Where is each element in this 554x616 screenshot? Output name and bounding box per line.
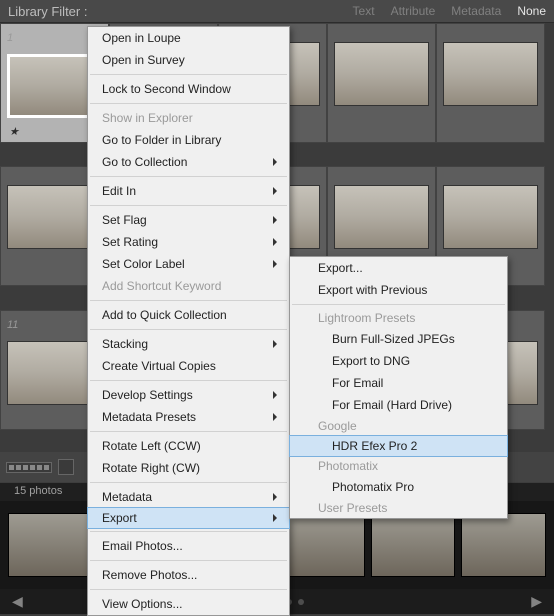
next-module-icon[interactable]: ▶ <box>531 593 542 610</box>
submenu-header: Lightroom Presets <box>290 308 507 328</box>
menu-metadata[interactable]: Metadata <box>88 486 289 508</box>
menu-virtual-copies[interactable]: Create Virtual Copies <box>88 355 289 377</box>
filmstrip-thumb[interactable] <box>280 513 365 577</box>
compare-view-icon[interactable] <box>58 459 74 475</box>
thumbnail-image <box>443 42 538 106</box>
thumbnail-image <box>443 185 538 249</box>
filmstrip-thumb[interactable] <box>461 513 546 577</box>
submenu-burn-jpg[interactable]: Burn Full-Sized JPEGs <box>290 328 507 350</box>
submenu-hdr-efex[interactable]: HDR Efex Pro 2 <box>289 435 508 457</box>
menu-open-survey[interactable]: Open in Survey <box>88 49 289 71</box>
menu-set-color[interactable]: Set Color Label <box>88 253 289 275</box>
export-submenu[interactable]: Export...Export with Previous Lightroom P… <box>289 256 508 519</box>
menu-add-shortcut: Add Shortcut Keyword <box>88 275 289 297</box>
grid-cell[interactable] <box>327 23 436 143</box>
menu-remove-photos[interactable]: Remove Photos... <box>88 564 289 586</box>
library-filter-label: Library Filter : <box>8 4 87 19</box>
menu-meta-presets[interactable]: Metadata Presets <box>88 406 289 428</box>
filmstrip-thumb[interactable] <box>371 513 456 577</box>
thumbnail-image <box>334 185 429 249</box>
submenu-export-dlg[interactable]: Export... <box>290 257 507 279</box>
submenu-photomatix[interactable]: Photomatix Pro <box>290 476 507 498</box>
grid-view-icon[interactable] <box>6 462 52 473</box>
menu-go-folder[interactable]: Go to Folder in Library <box>88 129 289 151</box>
menu-export[interactable]: Export <box>87 507 290 529</box>
menu-email-photos[interactable]: Email Photos... <box>88 535 289 557</box>
filter-none[interactable]: None <box>517 4 546 18</box>
thumbnail-image <box>334 42 429 106</box>
menu-lock-second[interactable]: Lock to Second Window <box>88 78 289 100</box>
submenu-header: Photomatix <box>290 456 507 476</box>
submenu-for-email-hd[interactable]: For Email (Hard Drive) <box>290 394 507 416</box>
menu-show-explorer: Show in Explorer <box>88 107 289 129</box>
menu-edit-in[interactable]: Edit In <box>88 180 289 202</box>
grid-cell[interactable] <box>436 23 545 143</box>
submenu-export-dng[interactable]: Export to DNG <box>290 350 507 372</box>
filter-metadata[interactable]: Metadata <box>451 4 501 18</box>
photo-count-label: 15 photos <box>14 485 62 497</box>
filter-text[interactable]: Text <box>353 4 375 18</box>
menu-set-flag[interactable]: Set Flag <box>88 209 289 231</box>
menu-rotate-right[interactable]: Rotate Right (CW) <box>88 457 289 479</box>
menu-view-options[interactable]: View Options... <box>88 593 289 615</box>
menu-go-collection[interactable]: Go to Collection <box>88 151 289 173</box>
menu-set-rating[interactable]: Set Rating <box>88 231 289 253</box>
menu-dev-settings[interactable]: Develop Settings <box>88 384 289 406</box>
submenu-header: Google <box>290 416 507 436</box>
filmstrip-thumb[interactable] <box>8 513 93 577</box>
context-menu[interactable]: Open in LoupeOpen in Survey Lock to Secon… <box>87 26 290 616</box>
library-filter-bar: Library Filter : Text Attribute Metadata… <box>0 0 554 23</box>
prev-module-icon[interactable]: ◀ <box>12 593 23 610</box>
submenu-for-email[interactable]: For Email <box>290 372 507 394</box>
menu-open-loupe[interactable]: Open in Loupe <box>88 27 289 49</box>
submenu-export-prev[interactable]: Export with Previous <box>290 279 507 301</box>
filter-attribute[interactable]: Attribute <box>391 4 436 18</box>
menu-quick-coll[interactable]: Add to Quick Collection <box>88 304 289 326</box>
submenu-header: User Presets <box>290 498 507 518</box>
menu-rotate-left[interactable]: Rotate Left (CCW) <box>88 435 289 457</box>
star-icon: ★ <box>9 125 19 138</box>
menu-stacking[interactable]: Stacking <box>88 333 289 355</box>
